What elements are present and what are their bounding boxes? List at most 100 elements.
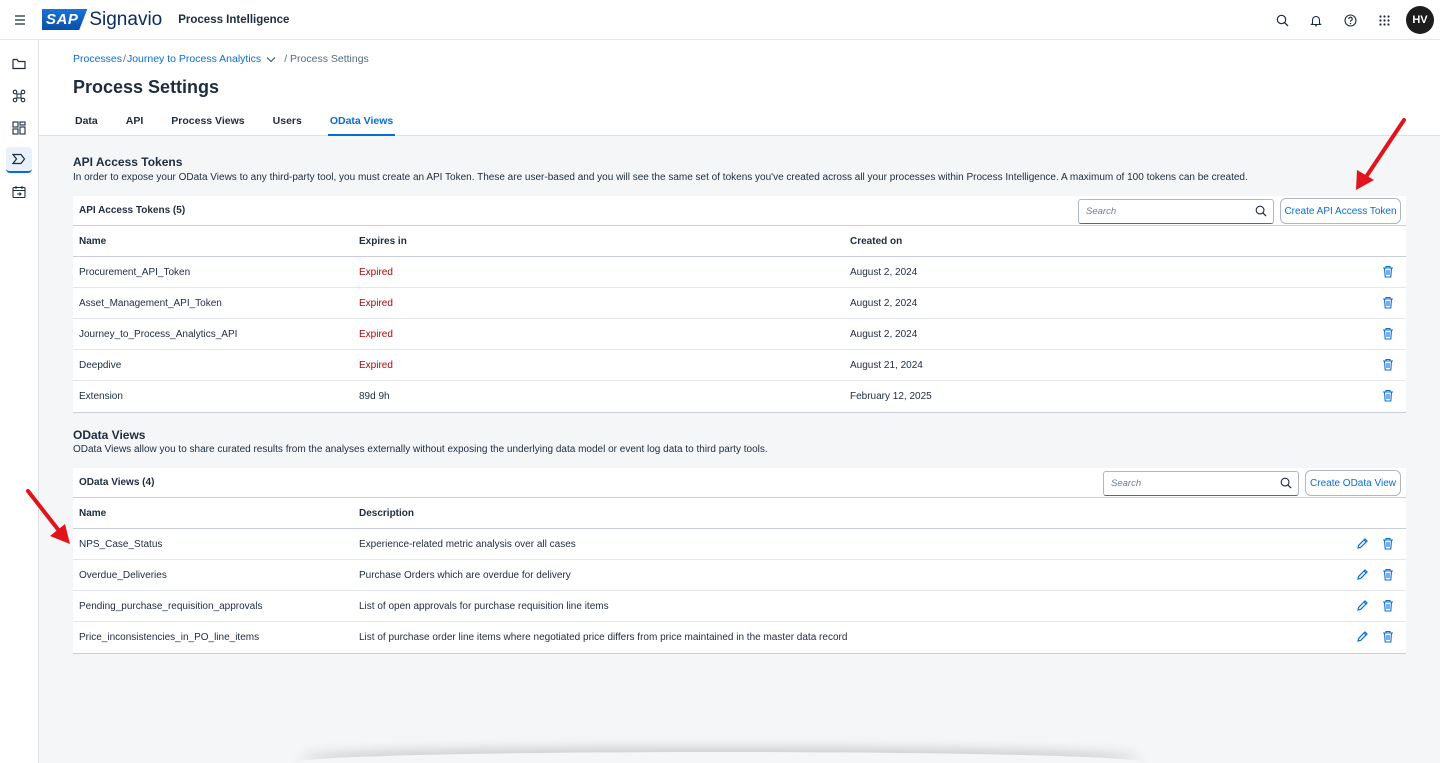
table-row[interactable]: Procurement_API_Token Expired August 2, 20… — [73, 257, 1406, 288]
odata-view-description: Experience-related metric analysis over … — [359, 539, 576, 550]
trash-icon — [1383, 265, 1393, 278]
column-header-name: Name — [79, 508, 107, 519]
odata-view-name: Price_inconsistencies_in_PO_line_items — [79, 632, 260, 643]
odata-view-name: Overdue_Deliveries — [79, 570, 167, 581]
search-button[interactable] — [1265, 3, 1299, 37]
odata-view-name: Pending_purchase_requisition_approvals — [79, 601, 263, 612]
odata-search-input[interactable]: Search — [1103, 471, 1299, 496]
left-navigation — [0, 40, 39, 763]
help-button[interactable] — [1333, 3, 1367, 37]
token-name: Deepdive — [79, 360, 122, 371]
delete-odata-view-button[interactable] — [1382, 537, 1396, 551]
tab-odata-views[interactable]: OData Views — [327, 113, 396, 136]
edit-icon — [1357, 631, 1368, 642]
trash-icon — [1383, 296, 1393, 309]
token-name: Extension — [79, 391, 123, 402]
edit-odata-view-button[interactable] — [1356, 568, 1370, 582]
tokens-section-title: API Access Tokens — [73, 155, 183, 169]
tokens-search-placeholder: Search — [1086, 206, 1117, 217]
tokens-table-toolbar: API Access Tokens (5) Search Create API … — [73, 196, 1406, 226]
table-row[interactable]: Journey_to_Process_Analytics_API Expired A… — [73, 319, 1406, 350]
token-expires: Expired — [359, 360, 393, 371]
create-odata-view-button[interactable]: Create OData View — [1305, 470, 1401, 496]
nav-item-schedules[interactable] — [6, 179, 32, 205]
nav-item-models[interactable] — [6, 83, 32, 109]
menu-icon — [15, 14, 25, 25]
tab-data[interactable]: Data — [73, 113, 100, 136]
trash-icon — [1383, 537, 1393, 550]
product-switch-button[interactable] — [1367, 3, 1401, 37]
folder-icon — [12, 58, 26, 70]
token-created: February 12, 2025 — [850, 391, 932, 402]
odata-view-description: Purchase Orders which are overdue for de… — [359, 570, 571, 581]
notifications-button[interactable] — [1299, 3, 1333, 37]
annotation-arrow-odata-view — [26, 489, 70, 544]
odata-views-table: OData Views (4) Search Create OData View… — [73, 468, 1406, 654]
breadcrumb: Processes / Journey to Process Analytics… — [73, 53, 369, 65]
odata-view-description: List of open approvals for purchase requ… — [359, 601, 609, 612]
odata-table-header: Name Description — [73, 498, 1406, 529]
table-row[interactable]: NPS_Case_Status Experience-related metric… — [73, 529, 1406, 560]
delete-token-button[interactable] — [1382, 265, 1396, 279]
menu-button[interactable] — [0, 0, 40, 40]
calendar-icon — [12, 186, 26, 199]
tab-bar: Data API Process Views Users OData Views — [73, 113, 419, 136]
sap-signavio-logo[interactable]: SAP Signavio — [42, 9, 162, 31]
breadcrumb-dropdown[interactable] — [266, 56, 276, 63]
odata-search-placeholder: Search — [1111, 478, 1142, 489]
bottom-shadow — [300, 752, 1140, 763]
tab-users[interactable]: Users — [271, 113, 304, 136]
page-header: Processes / Journey to Process Analytics… — [39, 40, 1440, 136]
table-row[interactable]: Price_inconsistencies_in_PO_line_items Li… — [73, 622, 1406, 653]
edit-odata-view-button[interactable] — [1356, 537, 1370, 551]
token-created: August 2, 2024 — [850, 298, 918, 309]
delete-token-button[interactable] — [1382, 389, 1396, 403]
token-name: Journey_to_Process_Analytics_API — [79, 329, 238, 340]
edit-odata-view-button[interactable] — [1356, 630, 1370, 644]
user-avatar[interactable]: HV — [1406, 6, 1434, 34]
token-expires: Expired — [359, 267, 393, 278]
annotation-arrow-create-token — [1356, 118, 1406, 190]
tokens-table: API Access Tokens (5) Search Create API … — [73, 196, 1406, 413]
tokens-search-input[interactable]: Search — [1078, 199, 1274, 224]
token-created: August 2, 2024 — [850, 329, 918, 340]
nav-item-process-intelligence[interactable] — [6, 147, 32, 173]
nav-item-folders[interactable] — [6, 51, 32, 77]
table-row[interactable]: Asset_Management_API_Token Expired August … — [73, 288, 1406, 319]
tab-api[interactable]: API — [124, 113, 146, 136]
table-row[interactable]: Pending_purchase_requisition_approvals Li… — [73, 591, 1406, 622]
delete-token-button[interactable] — [1382, 358, 1396, 372]
create-api-access-token-button[interactable]: Create API Access Token — [1280, 198, 1401, 224]
column-header-expires: Expires in — [359, 236, 407, 247]
tokens-section-description: In order to expose your OData Views to a… — [73, 172, 1248, 183]
breadcrumb-link-process[interactable]: Journey to Process Analytics — [127, 53, 261, 65]
tab-process-views[interactable]: Process Views — [169, 113, 246, 136]
nav-item-dashboards[interactable] — [6, 115, 32, 141]
table-row[interactable]: Extension 89d 9h February 12, 2025 — [73, 381, 1406, 412]
page-title: Process Settings — [73, 77, 220, 97]
delete-odata-view-button[interactable] — [1382, 599, 1396, 613]
model-icon — [12, 89, 26, 103]
odata-section-description: OData Views allow you to share curated r… — [73, 444, 768, 455]
edit-odata-view-button[interactable] — [1356, 599, 1370, 613]
process-icon — [12, 153, 26, 165]
column-header-name: Name — [79, 236, 107, 247]
edit-icon — [1357, 538, 1368, 549]
delete-odata-view-button[interactable] — [1382, 568, 1396, 582]
delete-odata-view-button[interactable] — [1382, 630, 1396, 644]
odata-table-title: OData Views (4) — [79, 477, 155, 488]
delete-token-button[interactable] — [1382, 327, 1396, 341]
search-icon[interactable] — [1280, 477, 1292, 489]
breadcrumb-separator: / — [123, 53, 126, 65]
table-row[interactable]: Deepdive Expired August 21, 2024 — [73, 350, 1406, 381]
bell-icon — [1310, 15, 1322, 26]
trash-icon — [1383, 327, 1393, 340]
table-row[interactable]: Overdue_Deliveries Purchase Orders which … — [73, 560, 1406, 591]
breadcrumb-link-processes[interactable]: Processes — [73, 53, 122, 65]
search-icon — [1276, 14, 1288, 26]
help-icon — [1343, 13, 1357, 27]
search-icon[interactable] — [1255, 205, 1267, 217]
delete-token-button[interactable] — [1382, 296, 1396, 310]
odata-view-name: NPS_Case_Status — [79, 539, 163, 550]
token-name: Asset_Management_API_Token — [79, 298, 222, 309]
